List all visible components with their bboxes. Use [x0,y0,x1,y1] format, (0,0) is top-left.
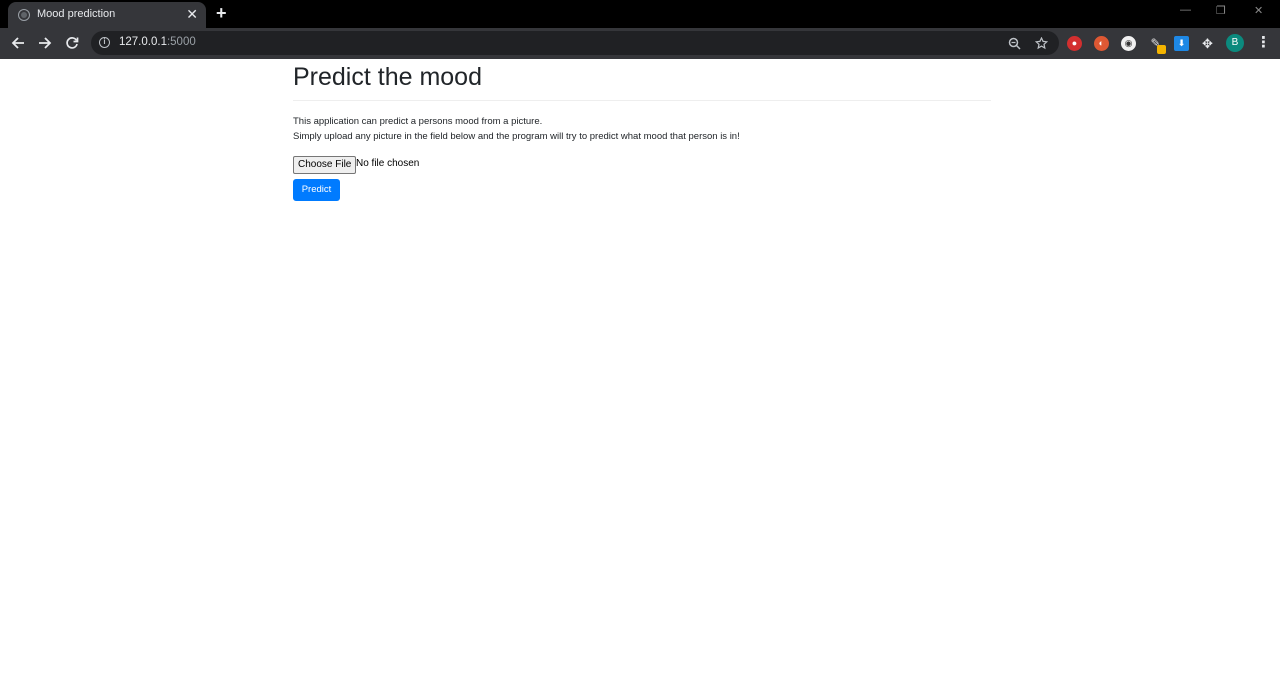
url-port: :5000 [166,36,196,48]
url-text: 127.0.0.1:5000 [119,36,196,48]
browser-titlebar: Mood prediction ✕ + — ❐ ✕ [0,0,1280,28]
predict-button[interactable]: Predict [293,179,340,201]
puzzle-icon[interactable]: ✥ [1200,36,1215,51]
file-status-text: No file chosen [356,158,420,169]
tab-close-icon[interactable]: ✕ [186,6,198,22]
extension-adblock-icon[interactable]: ● [1067,36,1082,51]
star-icon[interactable] [1034,34,1049,55]
forward-arrow-icon[interactable] [35,33,55,53]
extension-duckduckgo-icon[interactable]: ◐ [1094,36,1109,51]
browser-tab[interactable]: Mood prediction ✕ [8,2,206,28]
file-input[interactable]: Choose File No file chosen [293,156,991,174]
main-container: Predict the mood This application can pr… [293,59,991,201]
window-close-button[interactable]: ✕ [1254,4,1263,17]
profile-avatar[interactable]: B [1226,34,1244,52]
zoom-icon[interactable] [1008,34,1021,55]
menu-dots-icon[interactable]: ⋮ [1256,33,1271,53]
extension-circle-icon[interactable]: ◉ [1121,36,1136,51]
choose-file-button[interactable]: Choose File [293,156,357,174]
description-line-2: Simply upload any picture in the field b… [293,130,740,142]
title-divider [293,100,991,101]
description-line-1: This application can predict a persons m… [293,116,543,127]
page-viewport: Predict the mood This application can pr… [0,59,1280,684]
extension-badge-icon [1157,45,1166,54]
page-title: Predict the mood [293,63,482,91]
back-arrow-icon[interactable] [8,33,28,53]
browser-toolbar: i 127.0.0.1:5000 ● ◐ ◉ ✎ ⬇ ✥ B ⋮ [0,28,1280,59]
extension-download-icon[interactable]: ⬇ [1174,36,1189,51]
reload-icon[interactable] [62,33,82,53]
info-icon[interactable]: i [99,37,110,48]
globe-icon [18,9,30,21]
window-minimize-button[interactable]: — [1180,4,1191,16]
new-tab-plus-icon[interactable]: + [216,3,227,23]
url-host: 127.0.0.1 [119,36,167,48]
description: This application can predict a persons m… [293,115,991,144]
window-maximize-button[interactable]: ❐ [1216,4,1226,17]
tab-title: Mood prediction [37,8,116,20]
address-bar[interactable]: i 127.0.0.1:5000 [91,31,1059,55]
